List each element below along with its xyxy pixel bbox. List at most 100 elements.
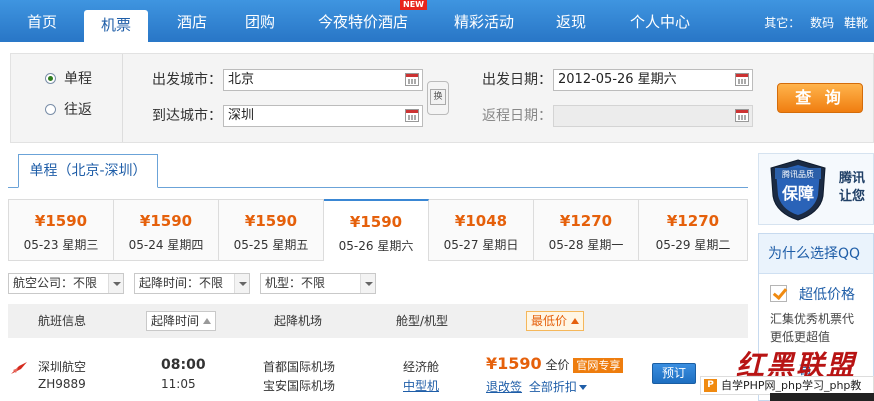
new-badge: NEW (400, 0, 427, 10)
city-picker-icon[interactable] (405, 73, 419, 86)
why-choose-title: 为什么选择QQ (759, 234, 873, 274)
nav-item-events[interactable]: 精彩活动 (444, 0, 524, 42)
one-way-radio[interactable] (45, 73, 56, 84)
nav-other-label: 其它： (764, 16, 801, 30)
date-cell[interactable]: ¥1048 05-27 星期日 (429, 200, 534, 260)
header-lowest-price: 最低价 (531, 314, 568, 328)
nav-item-hotels[interactable]: 酒店 (164, 0, 220, 42)
airline-filter-label: 航空公司：不限 (13, 276, 98, 290)
one-way-option[interactable]: 单程 (45, 69, 92, 89)
query-button[interactable]: 查 询 (777, 83, 863, 113)
header-time: 起降时间 (151, 314, 200, 328)
aircraft-type-link[interactable]: 中型机 (403, 377, 439, 394)
time-filter[interactable]: 起降时间：不限 (134, 273, 250, 294)
return-date-input[interactable] (553, 105, 753, 127)
date-cell[interactable]: ¥1270 05-28 星期一 (534, 200, 639, 260)
round-trip-option[interactable]: 往返 (45, 100, 92, 120)
city-picker-icon[interactable] (405, 109, 419, 122)
official-tag: 官网专享 (573, 358, 624, 373)
header-airport: 起降机场 (274, 314, 323, 328)
depart-city-label: 出发城市： (152, 72, 222, 88)
depart-city-input[interactable]: 北京 (223, 69, 423, 91)
chevron-down-icon (578, 385, 587, 390)
date-day: 05-27 星期日 (443, 238, 519, 252)
watermark-strip (770, 393, 874, 401)
aircraft-filter[interactable]: 机型：不限 (260, 273, 376, 294)
arrive-city-label: 到达城市： (152, 108, 222, 124)
promo-badge-top-text: 腾讯品质 (782, 169, 814, 179)
date-cell-selected[interactable]: ¥1590 05-26 星期六 (324, 199, 429, 261)
return-date-label: 返程日期： (482, 108, 552, 124)
round-trip-label: 往返 (64, 102, 92, 118)
round-trip-radio[interactable] (45, 104, 56, 115)
date-cell[interactable]: ¥1590 05-24 星期四 (114, 200, 219, 260)
swap-icon: 换 (430, 89, 446, 105)
arrive-city-input[interactable]: 深圳 (223, 105, 423, 127)
nav-item-home[interactable]: 首页 (12, 0, 72, 42)
date-price: ¥1590 (349, 213, 403, 231)
table-row: 深圳航空 ZH9889 08:00 11:05 首都国际机场 宝安国际机场 经济… (8, 346, 748, 401)
all-discounts-link[interactable]: 全部折扣 (529, 380, 577, 394)
feature-description-line-1: 汇集优秀机票代 (770, 312, 855, 326)
promo-badge-main-text: 保障 (781, 184, 814, 203)
sort-by-time-button[interactable]: 起降时间 (146, 311, 217, 331)
date-cell[interactable]: ¥1590 05-23 星期三 (9, 200, 114, 260)
airline-name: 深圳航空 (38, 360, 87, 374)
feature-title: 超低价格 (799, 287, 855, 303)
date-cell[interactable]: ¥1590 05-25 星期五 (219, 200, 324, 260)
depart-time: 08:00 (161, 357, 206, 373)
nav-other-shoes[interactable]: 鞋靴 (844, 16, 868, 30)
date-day: 05-29 星期二 (655, 238, 731, 252)
search-panel: 单程 往返 出发城市： 北京 到达城市： 深圳 换 出发日期： 2012-05-… (10, 53, 874, 143)
flight-links: 退改签 全部折扣 (486, 378, 587, 395)
date-day: 05-28 星期一 (548, 238, 624, 252)
depart-date-label: 出发日期： (482, 72, 552, 88)
arrive-airport: 宝安国际机场 (263, 379, 336, 393)
watermark-bar-text: 自学PHP网_php学习_php教 (721, 379, 862, 392)
date-day: 05-25 星期五 (233, 238, 309, 252)
date-price: ¥1270 (559, 212, 613, 230)
calendar-icon[interactable] (735, 109, 749, 122)
nav-item-flights[interactable]: 机票 (84, 10, 148, 42)
airline-logo-icon (11, 362, 27, 374)
header-cabin: 舱型/机型 (396, 314, 449, 328)
site-logo-icon: P (704, 379, 717, 392)
date-day: 05-26 星期六 (338, 239, 414, 253)
price-note: 全价 (545, 358, 570, 372)
price-block: ¥1590 全价 官网专享 (486, 354, 624, 373)
book-button[interactable]: 预订 (652, 363, 696, 384)
date-price: ¥1590 (34, 212, 88, 230)
chevron-down-icon (360, 274, 375, 293)
depart-airport: 首都国际机场 (263, 360, 336, 374)
arrive-time: 11:05 (161, 377, 196, 391)
checkmark-icon (770, 285, 787, 302)
nav-item-cashback[interactable]: 返现 (546, 0, 596, 42)
cabin-class: 经济舱 (403, 360, 440, 374)
date-day: 05-24 星期四 (128, 238, 204, 252)
flight-price: ¥1590 (486, 354, 542, 373)
chevron-down-icon (234, 274, 249, 293)
date-price: ¥1270 (666, 212, 720, 230)
calendar-icon[interactable] (735, 73, 749, 86)
airline-filter[interactable]: 航空公司：不限 (8, 273, 124, 294)
swap-cities-button[interactable]: 换 (427, 81, 449, 115)
sort-by-price-button[interactable]: 最低价 (526, 311, 585, 331)
sort-up-icon (571, 318, 580, 324)
quality-promo-banner[interactable]: 腾讯品质 保障 腾讯 让您 (758, 153, 874, 225)
date-cell[interactable]: ¥1270 05-29 星期二 (639, 200, 747, 260)
depart-city-value: 北京 (228, 72, 255, 87)
promo-line-2: 让您 (839, 189, 866, 204)
route-tab[interactable]: 单程（北京-深圳） (18, 154, 158, 188)
refund-policy-link[interactable]: 退改签 (486, 380, 522, 394)
date-price-strip: ¥1590 05-23 星期三 ¥1590 05-24 星期四 ¥1590 05… (8, 199, 748, 261)
nav-item-profile[interactable]: 个人中心 (618, 0, 702, 42)
nav-other-digital[interactable]: 数码 (810, 16, 834, 30)
top-nav: 首页 机票 酒店 团购 今夜特价酒店 NEW 精彩活动 返现 个人中心 其它： … (0, 0, 874, 42)
arrive-city-value: 深圳 (228, 108, 255, 123)
depart-date-value: 2012-05-26 星期六 (558, 72, 677, 87)
date-price: ¥1590 (139, 212, 193, 230)
nav-item-groupbuy[interactable]: 团购 (232, 0, 288, 42)
depart-date-input[interactable]: 2012-05-26 星期六 (553, 69, 753, 91)
sort-up-icon (203, 318, 212, 324)
feature-description: 汇集优秀机票代 更低更超值 (770, 310, 854, 346)
